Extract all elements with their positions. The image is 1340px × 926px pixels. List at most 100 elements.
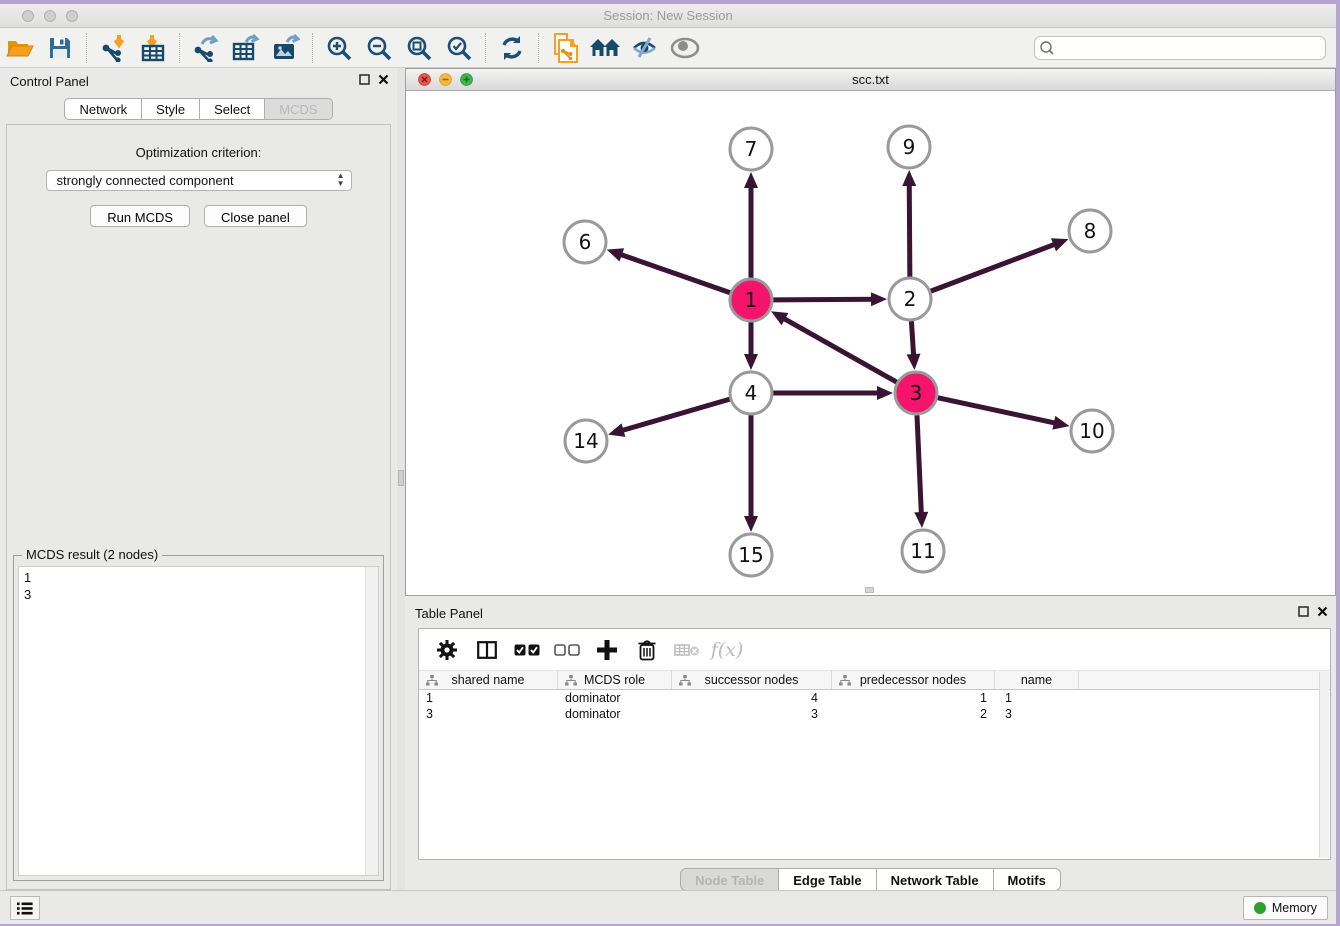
mcds-result-group: MCDS result (2 nodes) 1 3 (13, 555, 384, 881)
refresh-icon[interactable] (492, 31, 532, 65)
table-cell[interactable]: dominator (558, 706, 672, 722)
zoom-out-icon[interactable] (359, 31, 399, 65)
memory-status-icon (1254, 902, 1266, 914)
edge-arrowhead (871, 292, 887, 306)
edge-arrowhead (907, 354, 921, 370)
float-table-panel-icon[interactable] (1298, 606, 1309, 617)
edge-1-6[interactable] (616, 253, 730, 293)
function-builder-icon: f(x) (709, 634, 745, 666)
deselect-all-checkboxes-icon[interactable] (549, 634, 585, 666)
table-cell[interactable]: 3 (419, 706, 558, 722)
add-column-icon[interactable] (589, 634, 625, 666)
graph-node-label: 4 (745, 381, 758, 405)
network-file-icon[interactable] (545, 31, 585, 65)
network-canvas[interactable]: 7968124314101511 (406, 91, 1335, 593)
close-panel-icon[interactable] (378, 74, 389, 85)
mcds-result-line: 1 (24, 569, 378, 586)
edge-arrowhead (607, 248, 624, 261)
graph-node-label: 6 (579, 230, 592, 254)
network-view-window: scc.txt 7968124314101511 (405, 68, 1336, 596)
graph-node-label: 15 (738, 543, 763, 567)
edge-arrowhead (744, 172, 758, 188)
select-all-checkboxes-icon[interactable] (509, 634, 545, 666)
table-cell[interactable]: dominator (558, 690, 672, 706)
optimization-criterion-label: Optimization criterion: (7, 145, 390, 160)
column-header-successor-nodes[interactable]: successor nodes (672, 671, 832, 689)
hide-graphics-details-icon[interactable] (625, 31, 665, 65)
birdseye-view-icon[interactable] (665, 31, 705, 65)
zoom-in-icon[interactable] (319, 31, 359, 65)
table-cell[interactable]: 2 (832, 706, 995, 722)
edge-3-11[interactable] (917, 415, 922, 518)
split-panel-icon[interactable] (469, 634, 505, 666)
network-resize-grip[interactable] (865, 587, 874, 593)
criterion-select[interactable]: strongly connected component ▲▼ (46, 170, 352, 191)
table-scrollbar[interactable] (1319, 672, 1329, 858)
edge-4-14[interactable] (618, 399, 730, 432)
network-window-titlebar: scc.txt (406, 69, 1335, 91)
delete-column-trash-icon[interactable] (629, 634, 665, 666)
graph-node-label: 2 (904, 287, 917, 311)
control-panel: Control Panel NetworkStyleSelectMCDS Opt… (0, 68, 397, 896)
automation-panel-button[interactable] (10, 896, 40, 920)
mcds-tab-content: Optimization criterion: strongly connect… (6, 124, 391, 890)
column-header-predecessor-nodes[interactable]: predecessor nodes (832, 671, 995, 689)
tab-edge-table[interactable]: Edge Table (779, 868, 876, 891)
float-panel-icon[interactable] (359, 74, 370, 85)
tab-style[interactable]: Style (142, 98, 200, 120)
run-mcds-button[interactable]: Run MCDS (90, 205, 190, 227)
edge-2-9[interactable] (909, 180, 910, 277)
table-cell[interactable]: 1 (419, 690, 558, 706)
table-panel-title: Table Panel (415, 606, 483, 621)
tab-mcds[interactable]: MCDS (265, 98, 332, 120)
table-row[interactable]: 1dominator411 (419, 690, 1330, 706)
export-network-icon[interactable] (186, 31, 226, 65)
delete-table-icon (669, 634, 705, 666)
hierarchy-icon (426, 675, 438, 686)
column-header-shared-name[interactable]: shared name (419, 671, 558, 689)
table-cell[interactable]: 4 (672, 690, 832, 706)
application-window: Session: New Session (0, 4, 1336, 924)
table-row[interactable]: 3dominator323 (419, 706, 1330, 722)
edge-1-2[interactable] (773, 299, 877, 300)
search-input[interactable] (1057, 38, 1325, 58)
table-cell[interactable]: 3 (995, 706, 1079, 722)
zoom-selected-icon[interactable] (439, 31, 479, 65)
table-cell[interactable]: 3 (672, 706, 832, 722)
column-header-name[interactable]: name (995, 671, 1079, 689)
select-stepper-icon: ▲▼ (337, 172, 345, 188)
mcds-result-textarea[interactable]: 1 3 (18, 566, 379, 876)
edge-2-8[interactable] (931, 243, 1060, 292)
edge-arrowhead (902, 170, 916, 186)
memory-button[interactable]: Memory (1243, 896, 1328, 920)
edge-3-1[interactable] (780, 316, 897, 382)
tab-network[interactable]: Network (64, 98, 142, 120)
list-menu-icon (17, 902, 33, 915)
edge-arrowhead (914, 512, 928, 528)
criterion-selected-value: strongly connected component (57, 173, 234, 188)
tab-motifs[interactable]: Motifs (994, 868, 1061, 891)
close-panel-button[interactable]: Close panel (204, 205, 307, 227)
open-session-icon[interactable] (0, 31, 40, 65)
close-table-panel-icon[interactable] (1317, 606, 1328, 617)
edge-arrowhead (1052, 416, 1069, 430)
network-graph: 7968124314101511 (406, 91, 1335, 593)
export-image-icon[interactable] (266, 31, 306, 65)
import-network-icon[interactable] (93, 31, 133, 65)
settings-gear-icon[interactable] (429, 634, 465, 666)
tab-select[interactable]: Select (200, 98, 265, 120)
status-bar: Memory (0, 890, 1336, 924)
column-header-mcds-role[interactable]: MCDS role (558, 671, 672, 689)
tab-network-table[interactable]: Network Table (877, 868, 994, 891)
table-cell[interactable]: 1 (995, 690, 1079, 706)
save-session-icon[interactable] (40, 31, 80, 65)
tab-node-table[interactable]: Node Table (680, 868, 779, 891)
result-scrollbar[interactable] (365, 567, 378, 875)
home-icon[interactable] (585, 31, 625, 65)
edge-3-10[interactable] (938, 398, 1060, 424)
panel-divider[interactable] (397, 68, 405, 896)
zoom-fit-icon[interactable] (399, 31, 439, 65)
table-cell[interactable]: 1 (832, 690, 995, 706)
import-table-icon[interactable] (133, 31, 173, 65)
export-table-icon[interactable] (226, 31, 266, 65)
